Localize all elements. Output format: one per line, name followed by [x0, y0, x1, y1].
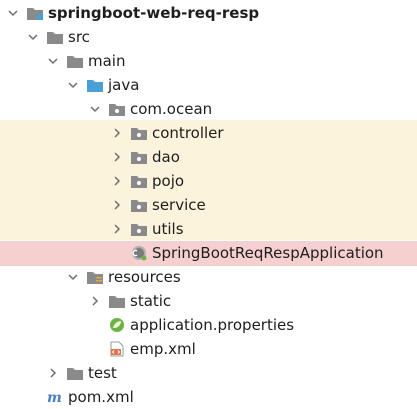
tree-node-controller[interactable]: controller — [0, 121, 417, 145]
chevron-right-icon[interactable] — [48, 368, 58, 378]
pom-label: pom.xml — [68, 388, 134, 406]
chevron-right-icon[interactable] — [112, 224, 122, 234]
tree-node-utils[interactable]: utils — [0, 217, 417, 241]
resources-label: resources — [108, 268, 181, 286]
package-icon — [108, 101, 126, 117]
src-label: src — [68, 28, 90, 46]
tree-node-emp-xml[interactable]: emp.xml — [0, 337, 417, 361]
tree-node-src[interactable]: src — [0, 25, 417, 49]
package-icon — [130, 125, 148, 141]
utils-label: utils — [152, 220, 184, 238]
chevron-down-icon[interactable] — [8, 8, 18, 18]
maven-icon: m — [46, 389, 64, 405]
tree-node-app-properties[interactable]: application.properties — [0, 313, 417, 337]
chevron-right-icon[interactable] — [112, 176, 122, 186]
package-icon — [130, 197, 148, 213]
app-class-label: SpringBootReqRespApplication — [152, 244, 384, 262]
svg-text:m: m — [47, 390, 62, 405]
chevron-right-icon[interactable] — [112, 128, 122, 138]
tree-node-app-class[interactable]: SpringBootReqRespApplication — [0, 241, 417, 265]
tree-node-project[interactable]: springboot-web-req-resp — [0, 1, 417, 25]
spring-leaf-icon — [108, 317, 126, 333]
resources-folder-icon — [86, 269, 104, 285]
source-folder-icon — [86, 77, 104, 93]
tree-node-java[interactable]: java — [0, 73, 417, 97]
app-properties-label: application.properties — [130, 316, 295, 334]
package-icon — [130, 221, 148, 237]
tree-node-test[interactable]: test — [0, 361, 417, 385]
folder-icon — [108, 293, 126, 309]
tree-node-service[interactable]: service — [0, 193, 417, 217]
chevron-down-icon[interactable] — [68, 272, 78, 282]
main-label: main — [88, 52, 126, 70]
dao-label: dao — [152, 148, 180, 166]
tree-node-pom[interactable]: m pom.xml — [0, 385, 417, 409]
chevron-right-icon[interactable] — [112, 152, 122, 162]
tree-node-dao[interactable]: dao — [0, 145, 417, 169]
package-icon — [130, 149, 148, 165]
chevron-down-icon[interactable] — [68, 80, 78, 90]
module-folder-icon — [26, 5, 44, 21]
emp-xml-label: emp.xml — [130, 340, 196, 358]
pojo-label: pojo — [152, 172, 185, 190]
tree-node-package[interactable]: com.ocean — [0, 97, 417, 121]
tree-node-pojo[interactable]: pojo — [0, 169, 417, 193]
chevron-down-icon[interactable] — [28, 32, 38, 42]
test-label: test — [88, 364, 117, 382]
folder-icon — [66, 53, 84, 69]
static-label: static — [130, 292, 172, 310]
chevron-down-icon[interactable] — [90, 104, 100, 114]
package-label: com.ocean — [130, 100, 213, 118]
project-label: springboot-web-req-resp — [48, 4, 260, 22]
folder-icon — [66, 365, 84, 381]
tree-node-static[interactable]: static — [0, 289, 417, 313]
spring-class-icon — [130, 245, 148, 261]
java-label: java — [108, 76, 140, 94]
chevron-right-icon[interactable] — [112, 200, 122, 210]
package-icon — [130, 173, 148, 189]
service-label: service — [152, 196, 206, 214]
tree-node-main[interactable]: main — [0, 49, 417, 73]
chevron-down-icon[interactable] — [48, 56, 58, 66]
project-tree: springboot-web-req-resp src main java co… — [0, 0, 417, 409]
chevron-right-icon[interactable] — [90, 296, 100, 306]
controller-label: controller — [152, 124, 224, 142]
folder-icon — [46, 29, 64, 45]
tree-node-resources[interactable]: resources — [0, 265, 417, 289]
xml-file-icon — [108, 341, 126, 357]
